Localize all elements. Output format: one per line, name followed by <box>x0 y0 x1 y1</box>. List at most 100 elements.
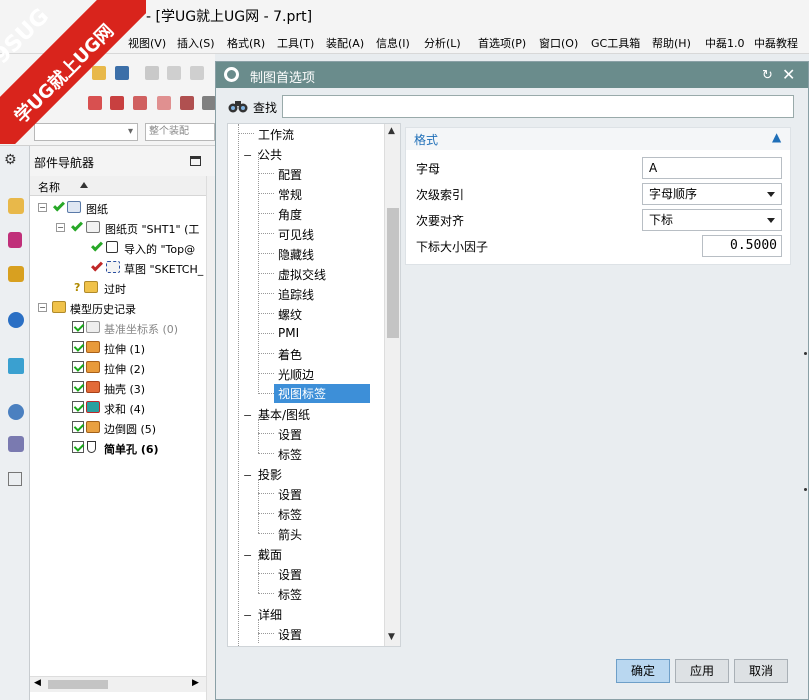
checkbox[interactable] <box>72 321 84 333</box>
collapse-icon[interactable]: − <box>243 149 252 162</box>
list-item[interactable]: 边倒圆 (5) <box>30 418 206 438</box>
menu-preferences[interactable]: 首选项(P) <box>478 35 526 51</box>
sub-index-row: 次级索引 字母顺序 <box>406 181 790 207</box>
scroll-down-icon[interactable]: ▼ <box>388 632 395 642</box>
list-item[interactable]: − 图纸页 "SHT1" (工 <box>30 218 206 238</box>
selection-toolbar: ▾ 整个装配 <box>0 118 215 146</box>
dialog-title-bar[interactable]: 制图首选项 ↻ ✕ <box>216 62 808 88</box>
type-filter-combo[interactable]: ▾ <box>34 123 138 141</box>
menu-view[interactable]: 视图(V) <box>128 35 166 51</box>
drafting-tool-5-icon[interactable] <box>180 96 194 110</box>
menu-analysis[interactable]: 分析(L) <box>424 35 461 51</box>
collapse-icon[interactable]: − <box>56 223 65 232</box>
cut-icon[interactable] <box>145 66 159 80</box>
find-label: 查找 <box>253 101 278 115</box>
collapse-icon[interactable]: − <box>38 303 47 312</box>
sub-align-select[interactable]: 下标 <box>642 209 782 231</box>
scroll-left-icon[interactable]: ◀ <box>34 678 41 688</box>
list-item[interactable]: − 模型历史记录 <box>30 298 206 318</box>
open-icon[interactable] <box>92 66 106 80</box>
list-item[interactable]: 简单孔 (6) <box>30 438 206 458</box>
scroll-right-icon[interactable]: ▶ <box>192 678 199 688</box>
sub-index-select[interactable]: 字母顺序 <box>642 183 782 205</box>
checkbox[interactable] <box>72 341 84 353</box>
checkbox[interactable] <box>72 381 84 393</box>
list-item[interactable]: 基准坐标系 (0) <box>30 318 206 338</box>
paste-icon[interactable] <box>190 66 204 80</box>
navigator-header: 部件导航器 <box>30 146 215 176</box>
part-navigator-icon[interactable] <box>8 232 22 248</box>
vertical-scrollbar[interactable] <box>206 176 215 700</box>
menu-format[interactable]: 格式(R) <box>227 35 265 51</box>
letter-field[interactable]: A <box>642 157 782 179</box>
menu-assembly[interactable]: 装配(A) <box>326 35 364 51</box>
reuse-library-icon[interactable] <box>8 266 24 282</box>
find-input[interactable] <box>282 95 794 118</box>
checkbox[interactable] <box>72 401 84 413</box>
question-icon: ? <box>74 281 81 294</box>
drafting-tool-6-icon[interactable] <box>202 96 216 110</box>
checkmark-icon <box>90 239 104 252</box>
list-item[interactable]: 拉伸 (1) <box>30 338 206 358</box>
dialog-title: 制图首选项 <box>250 71 316 86</box>
standard-toolbar <box>0 54 215 92</box>
collapse-icon[interactable]: − <box>38 203 47 212</box>
menu-zhonglei[interactable]: 中磊1.0 <box>705 35 745 51</box>
list-item[interactable]: 求和 (4) <box>30 398 206 418</box>
collapse-icon[interactable]: − <box>243 469 252 482</box>
chevron-up-icon[interactable]: ▲ <box>772 130 781 144</box>
letter-label: 字母 <box>416 162 441 176</box>
scrollbar-thumb[interactable] <box>48 680 108 689</box>
checkbox[interactable] <box>72 441 84 453</box>
subscript-scale-field[interactable]: 0.5000 <box>702 235 782 257</box>
menu-info[interactable]: 信息(I) <box>376 35 410 51</box>
roles-icon[interactable] <box>8 472 22 486</box>
assembly-navigator-icon[interactable] <box>8 198 24 214</box>
system-materials-icon[interactable] <box>8 436 24 452</box>
cancel-button[interactable]: 取消 <box>734 659 788 683</box>
save-icon[interactable] <box>115 66 129 80</box>
list-item[interactable]: 导入的 "Top@ <box>30 238 206 258</box>
menu-tools[interactable]: 工具(T) <box>277 35 314 51</box>
sub-align-row: 次要对齐 下标 <box>406 207 790 233</box>
reset-icon[interactable]: ↻ <box>762 68 773 83</box>
list-item[interactable]: 抽壳 (3) <box>30 378 206 398</box>
hd3d-icon[interactable] <box>8 312 24 328</box>
collapse-icon[interactable]: − <box>243 409 252 422</box>
group-header[interactable]: 格式 ▲ <box>406 128 790 150</box>
unite-icon <box>86 401 100 413</box>
menu-insert[interactable]: 插入(S) <box>177 35 215 51</box>
web-browser-icon[interactable] <box>8 358 24 374</box>
drafting-tool-4-icon[interactable] <box>157 96 171 110</box>
sub-index-label: 次级索引 <box>416 188 465 202</box>
drafting-tool-2-icon[interactable] <box>110 96 124 110</box>
menu-window[interactable]: 窗口(O) <box>539 35 578 51</box>
list-item[interactable]: 草图 "SKETCH_ <box>30 258 206 278</box>
drafting-tool-1-icon[interactable] <box>88 96 102 110</box>
assembly-scope-combo[interactable]: 整个装配 <box>145 123 215 141</box>
scroll-up-icon[interactable]: ▲ <box>388 126 395 136</box>
gear-icon[interactable]: ⚙ <box>4 152 20 168</box>
menu-gc-toolbox[interactable]: GC工具箱 <box>591 35 640 51</box>
checkbox[interactable] <box>72 421 84 433</box>
maximize-icon[interactable] <box>190 156 201 166</box>
close-icon[interactable]: ✕ <box>782 65 795 84</box>
scrollbar-thumb[interactable] <box>387 208 399 338</box>
tree-scrollbar[interactable]: ▲ ▼ <box>384 124 400 646</box>
list-item[interactable]: ? 过时 <box>30 278 206 298</box>
collapse-icon[interactable]: − <box>243 609 252 622</box>
apply-button[interactable]: 应用 <box>675 659 729 683</box>
collapse-icon[interactable]: − <box>243 549 252 562</box>
menu-zhonglei-tutorial[interactable]: 中磊教程 <box>754 35 798 51</box>
list-item[interactable]: − 图纸 <box>30 198 206 218</box>
sort-ascending-icon <box>80 182 88 188</box>
history-icon[interactable] <box>8 404 24 420</box>
list-item[interactable]: 拉伸 (2) <box>30 358 206 378</box>
drafting-tool-3-icon[interactable] <box>133 96 147 110</box>
menu-help[interactable]: 帮助(H) <box>652 35 691 51</box>
copy-icon[interactable] <box>167 66 181 80</box>
column-header[interactable]: 名称 <box>30 176 206 196</box>
horizontal-scrollbar[interactable]: ◀ ▶ <box>30 676 206 692</box>
ok-button[interactable]: 确定 <box>616 659 670 683</box>
checkbox[interactable] <box>72 361 84 373</box>
